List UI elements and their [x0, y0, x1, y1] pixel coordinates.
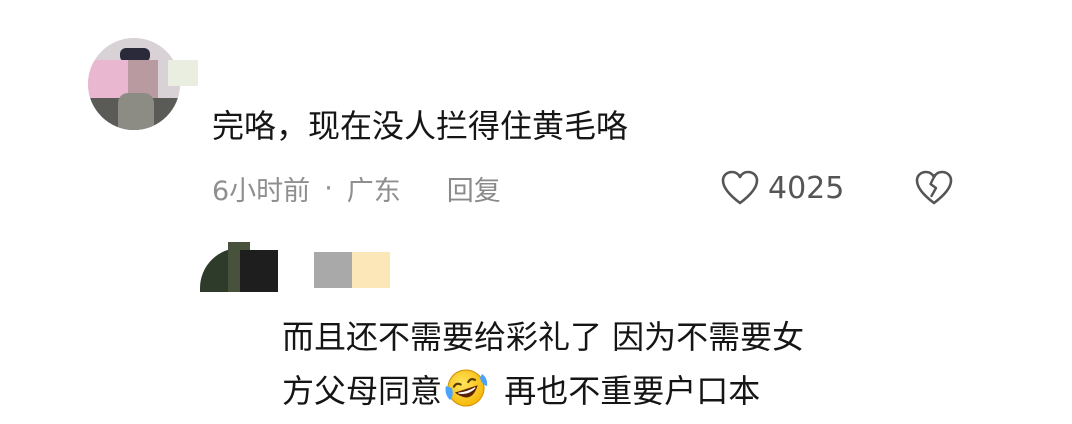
comment-meta: 6小时前 · 广东 回复	[212, 168, 501, 208]
reply-text-line: 方父母同意 再也不重要户口本	[282, 364, 962, 418]
redaction-block	[352, 252, 390, 288]
reply-text-segment: 方父母同意	[282, 372, 443, 410]
comment-time: 6小时前	[212, 175, 311, 207]
redaction-block	[314, 252, 352, 288]
avatar-pixel	[118, 93, 154, 130]
heart-icon	[720, 169, 760, 207]
like-button[interactable]: 4025	[720, 166, 844, 210]
comment-text: 完咯，现在没人拦得住黄毛咯	[212, 107, 629, 145]
reply-avatar[interactable]	[200, 242, 278, 292]
broken-heart-icon[interactable]	[914, 168, 954, 208]
avatar[interactable]	[88, 38, 180, 130]
reply-text-segment: 再也不重要户口本	[494, 372, 761, 410]
meta-separator: ·	[324, 172, 333, 204]
comment-thread: 完咯，现在没人拦得住黄毛咯 6小时前 · 广东 回复 4025 而且还不需要给彩…	[0, 0, 1072, 424]
reply-text-line: 而且还不需要给彩礼了 因为不需要女	[282, 318, 805, 356]
like-count: 4025	[768, 170, 845, 206]
username-redacted[interactable]	[168, 60, 198, 86]
reply-button[interactable]: 回复	[447, 169, 501, 208]
comment-location: 广东	[346, 175, 401, 207]
laughing-crying-emoji-icon	[444, 366, 488, 410]
reply-text: 而且还不需要给彩礼了 因为不需要女 方父母同意 再也不重要户口本	[282, 310, 962, 418]
avatar-pixel	[240, 250, 278, 292]
reply-username-redacted[interactable]	[314, 252, 390, 288]
avatar-pixel	[88, 60, 128, 98]
